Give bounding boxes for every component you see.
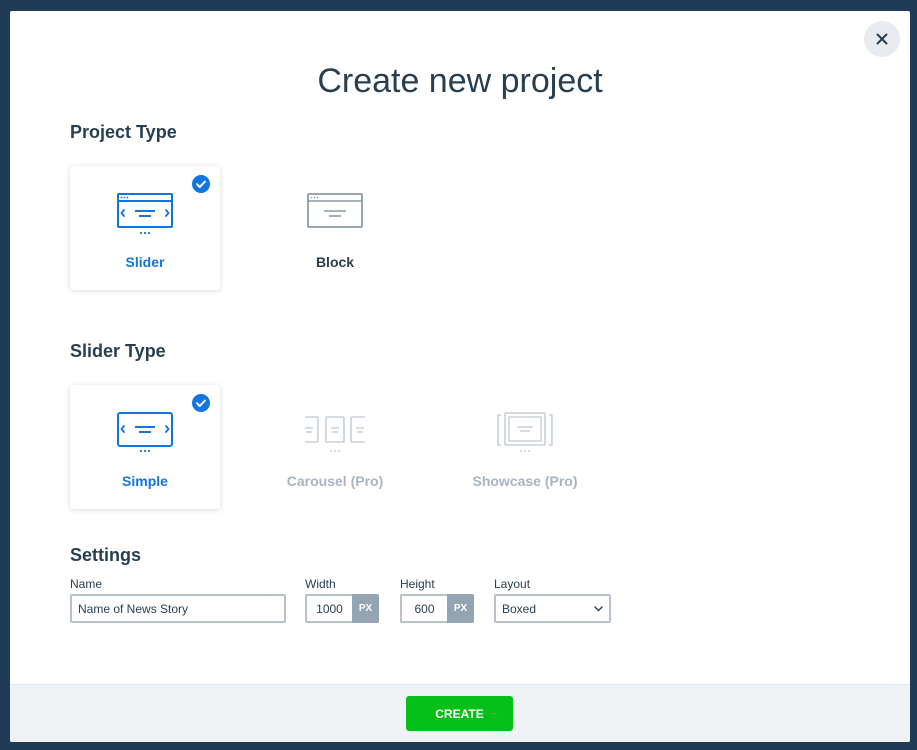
- project-type-block-card[interactable]: Block: [260, 166, 410, 290]
- block-option-label: Block: [315, 254, 355, 270]
- width-input[interactable]: [305, 594, 352, 623]
- height-input[interactable]: [400, 594, 447, 623]
- settings-heading: Settings: [70, 545, 142, 565]
- checkmark-icon: [192, 394, 210, 412]
- create-project-modal: Create new project Project Type Slider B: [10, 11, 910, 742]
- chevron-down-icon: [594, 605, 603, 611]
- slider-option-label: Slider: [125, 254, 165, 270]
- checkmark-icon: [192, 175, 210, 193]
- height-label: Height: [400, 577, 435, 591]
- name-input[interactable]: [70, 594, 286, 623]
- showcase-option-label: Showcase (Pro): [472, 473, 578, 489]
- height-unit: PX: [447, 594, 474, 623]
- create-button[interactable]: CREATE: [406, 696, 513, 731]
- slider-type-simple-card[interactable]: Simple: [70, 385, 220, 509]
- layout-label: Layout: [494, 577, 531, 591]
- carousel-icon: [305, 416, 365, 452]
- layout-select[interactable]: Boxed: [494, 594, 611, 623]
- project-type-heading: Project Type: [70, 122, 177, 142]
- simple-option-label: Simple: [122, 473, 168, 489]
- layout-selected-value: Boxed: [502, 601, 537, 616]
- block-icon: [307, 193, 363, 228]
- showcase-icon: [497, 412, 553, 452]
- width-label: Width: [305, 577, 336, 591]
- height-field: PX: [400, 594, 474, 623]
- slider-type-carousel-card[interactable]: Carousel (Pro): [260, 385, 410, 509]
- close-icon: [876, 33, 888, 45]
- simple-slider-icon: [117, 412, 173, 453]
- close-button[interactable]: [864, 21, 900, 57]
- slider-icon: [117, 193, 173, 235]
- width-unit: PX: [352, 594, 379, 623]
- width-field: PX: [305, 594, 379, 623]
- modal-footer: CREATE: [10, 684, 910, 742]
- project-type-slider-card[interactable]: Slider: [70, 166, 220, 290]
- slider-type-heading: Slider Type: [70, 341, 166, 361]
- carousel-option-label: Carousel (Pro): [286, 473, 384, 489]
- slider-type-showcase-card[interactable]: Showcase (Pro): [450, 385, 600, 509]
- name-label: Name: [70, 577, 103, 591]
- modal-title: Create new project: [317, 62, 603, 100]
